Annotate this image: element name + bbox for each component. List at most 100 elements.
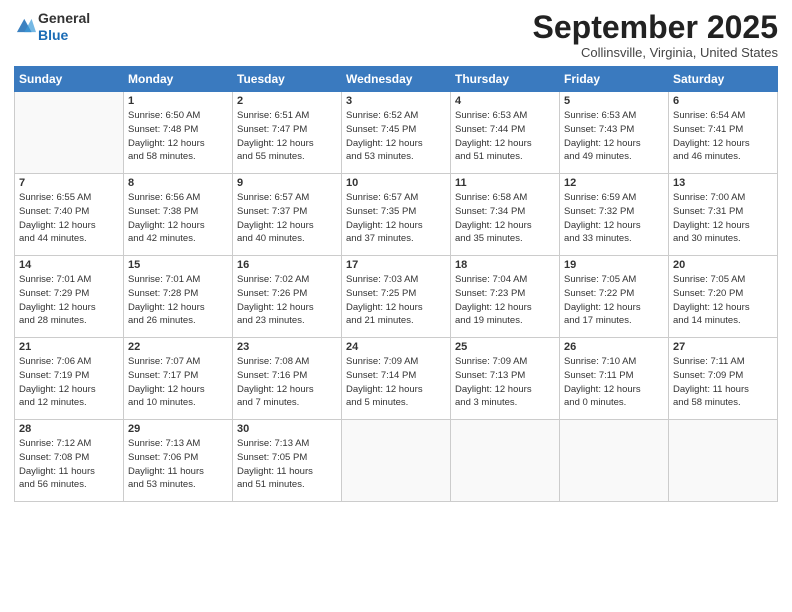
day-number: 29 xyxy=(128,423,228,435)
day-info: Sunrise: 7:06 AMSunset: 7:19 PMDaylight:… xyxy=(19,355,119,410)
day-number: 13 xyxy=(673,177,773,189)
day-number: 15 xyxy=(128,259,228,271)
day-info: Sunrise: 7:07 AMSunset: 7:17 PMDaylight:… xyxy=(128,355,228,410)
week-row-5: 28 Sunrise: 7:12 AMSunset: 7:08 PMDayligh… xyxy=(15,420,778,502)
day-number: 28 xyxy=(19,423,119,435)
day-info: Sunrise: 6:52 AMSunset: 7:45 PMDaylight:… xyxy=(346,109,446,164)
day-number: 1 xyxy=(128,95,228,107)
day-info: Sunrise: 7:09 AMSunset: 7:14 PMDaylight:… xyxy=(346,355,446,410)
day-info: Sunrise: 7:12 AMSunset: 7:08 PMDaylight:… xyxy=(19,437,119,492)
week-row-2: 7Sunrise: 6:55 AMSunset: 7:40 PMDaylight… xyxy=(15,174,778,256)
day-cell: 15 Sunrise: 7:01 AMSunset: 7:28 PMDayligh… xyxy=(124,256,233,338)
logo-general: General xyxy=(38,10,90,27)
week-row-4: 21 Sunrise: 7:06 AMSunset: 7:19 PMDayligh… xyxy=(15,338,778,420)
day-cell: 20 Sunrise: 7:05 AMSunset: 7:20 PMDayligh… xyxy=(669,256,778,338)
day-cell: 13 Sunrise: 7:00 AMSunset: 7:31 PMDayligh… xyxy=(669,174,778,256)
location: Collinsville, Virginia, United States xyxy=(533,45,778,60)
day-number: 22 xyxy=(128,341,228,353)
day-cell: 10 Sunrise: 6:57 AMSunset: 7:35 PMDayligh… xyxy=(342,174,451,256)
weekday-monday: Monday xyxy=(124,67,233,92)
day-info: Sunrise: 6:59 AMSunset: 7:32 PMDaylight:… xyxy=(564,191,664,246)
day-cell: 6Sunrise: 6:54 AMSunset: 7:41 PMDaylight… xyxy=(669,92,778,174)
day-number: 20 xyxy=(673,259,773,271)
day-cell: 7Sunrise: 6:55 AMSunset: 7:40 PMDaylight… xyxy=(15,174,124,256)
day-info: Sunrise: 7:11 AMSunset: 7:09 PMDaylight:… xyxy=(673,355,773,410)
day-number: 14 xyxy=(19,259,119,271)
day-number: 21 xyxy=(19,341,119,353)
day-cell: 18 Sunrise: 7:04 AMSunset: 7:23 PMDayligh… xyxy=(451,256,560,338)
day-cell: 29 Sunrise: 7:13 AMSunset: 7:06 PMDayligh… xyxy=(124,420,233,502)
day-info: Sunrise: 6:53 AMSunset: 7:43 PMDaylight:… xyxy=(564,109,664,164)
day-info: Sunrise: 6:51 AMSunset: 7:47 PMDaylight:… xyxy=(237,109,337,164)
day-cell: 16Sunrise: 7:02 AMSunset: 7:26 PMDayligh… xyxy=(233,256,342,338)
day-number: 27 xyxy=(673,341,773,353)
day-info: Sunrise: 7:04 AMSunset: 7:23 PMDaylight:… xyxy=(455,273,555,328)
day-cell: 9 Sunrise: 6:57 AMSunset: 7:37 PMDaylight… xyxy=(233,174,342,256)
day-info: Sunrise: 6:57 AMSunset: 7:35 PMDaylight:… xyxy=(346,191,446,246)
day-info: Sunrise: 7:05 AMSunset: 7:22 PMDaylight:… xyxy=(564,273,664,328)
weekday-saturday: Saturday xyxy=(669,67,778,92)
week-row-1: 1 Sunrise: 6:50 AMSunset: 7:48 PMDaylight… xyxy=(15,92,778,174)
logo-blue: Blue xyxy=(38,27,90,44)
day-cell xyxy=(15,92,124,174)
day-number: 30 xyxy=(237,423,337,435)
weekday-thursday: Thursday xyxy=(451,67,560,92)
day-cell: 12 Sunrise: 6:59 AMSunset: 7:32 PMDayligh… xyxy=(560,174,669,256)
day-number: 19 xyxy=(564,259,664,271)
day-number: 24 xyxy=(346,341,446,353)
day-info: Sunrise: 7:01 AMSunset: 7:28 PMDaylight:… xyxy=(128,273,228,328)
day-number: 8 xyxy=(128,177,228,189)
day-number: 17 xyxy=(346,259,446,271)
day-cell xyxy=(669,420,778,502)
day-info: Sunrise: 7:10 AMSunset: 7:11 PMDaylight:… xyxy=(564,355,664,410)
weekday-tuesday: Tuesday xyxy=(233,67,342,92)
day-cell xyxy=(342,420,451,502)
day-number: 4 xyxy=(455,95,555,107)
month-title: September 2025 xyxy=(533,10,778,45)
day-cell: 26Sunrise: 7:10 AMSunset: 7:11 PMDayligh… xyxy=(560,338,669,420)
day-number: 2 xyxy=(237,95,337,107)
day-info: Sunrise: 6:55 AMSunset: 7:40 PMDaylight:… xyxy=(19,191,119,246)
day-cell: 8 Sunrise: 6:56 AMSunset: 7:38 PMDaylight… xyxy=(124,174,233,256)
weekday-wednesday: Wednesday xyxy=(342,67,451,92)
day-cell: 23Sunrise: 7:08 AMSunset: 7:16 PMDayligh… xyxy=(233,338,342,420)
weekday-header-row: SundayMondayTuesdayWednesdayThursdayFrid… xyxy=(15,67,778,92)
logo: General Blue xyxy=(14,10,90,44)
weekday-friday: Friday xyxy=(560,67,669,92)
calendar-table: SundayMondayTuesdayWednesdayThursdayFrid… xyxy=(14,66,778,502)
day-cell xyxy=(451,420,560,502)
day-info: Sunrise: 6:50 AMSunset: 7:48 PMDaylight:… xyxy=(128,109,228,164)
day-number: 9 xyxy=(237,177,337,189)
weekday-sunday: Sunday xyxy=(15,67,124,92)
day-cell: 25Sunrise: 7:09 AMSunset: 7:13 PMDayligh… xyxy=(451,338,560,420)
day-cell: 28 Sunrise: 7:12 AMSunset: 7:08 PMDayligh… xyxy=(15,420,124,502)
day-cell: 1 Sunrise: 6:50 AMSunset: 7:48 PMDaylight… xyxy=(124,92,233,174)
day-info: Sunrise: 7:08 AMSunset: 7:16 PMDaylight:… xyxy=(237,355,337,410)
day-cell: 14 Sunrise: 7:01 AMSunset: 7:29 PMDayligh… xyxy=(15,256,124,338)
day-number: 18 xyxy=(455,259,555,271)
day-info: Sunrise: 6:57 AMSunset: 7:37 PMDaylight:… xyxy=(237,191,337,246)
day-info: Sunrise: 7:05 AMSunset: 7:20 PMDaylight:… xyxy=(673,273,773,328)
header: General Blue September 2025 Collinsville… xyxy=(14,10,778,60)
day-info: Sunrise: 7:01 AMSunset: 7:29 PMDaylight:… xyxy=(19,273,119,328)
day-number: 5 xyxy=(564,95,664,107)
day-cell: 27 Sunrise: 7:11 AMSunset: 7:09 PMDayligh… xyxy=(669,338,778,420)
day-info: Sunrise: 7:13 AMSunset: 7:06 PMDaylight:… xyxy=(128,437,228,492)
day-info: Sunrise: 6:58 AMSunset: 7:34 PMDaylight:… xyxy=(455,191,555,246)
day-info: Sunrise: 6:54 AMSunset: 7:41 PMDaylight:… xyxy=(673,109,773,164)
page: General Blue September 2025 Collinsville… xyxy=(0,0,792,612)
day-cell xyxy=(560,420,669,502)
day-info: Sunrise: 6:56 AMSunset: 7:38 PMDaylight:… xyxy=(128,191,228,246)
day-cell: 17Sunrise: 7:03 AMSunset: 7:25 PMDayligh… xyxy=(342,256,451,338)
day-number: 3 xyxy=(346,95,446,107)
week-row-3: 14 Sunrise: 7:01 AMSunset: 7:29 PMDayligh… xyxy=(15,256,778,338)
title-block: September 2025 Collinsville, Virginia, U… xyxy=(533,10,778,60)
day-cell: 30Sunrise: 7:13 AMSunset: 7:05 PMDayligh… xyxy=(233,420,342,502)
day-number: 12 xyxy=(564,177,664,189)
day-number: 10 xyxy=(346,177,446,189)
day-cell: 3 Sunrise: 6:52 AMSunset: 7:45 PMDaylight… xyxy=(342,92,451,174)
day-number: 11 xyxy=(455,177,555,189)
day-cell: 5 Sunrise: 6:53 AMSunset: 7:43 PMDaylight… xyxy=(560,92,669,174)
day-cell: 19 Sunrise: 7:05 AMSunset: 7:22 PMDayligh… xyxy=(560,256,669,338)
day-info: Sunrise: 7:00 AMSunset: 7:31 PMDaylight:… xyxy=(673,191,773,246)
